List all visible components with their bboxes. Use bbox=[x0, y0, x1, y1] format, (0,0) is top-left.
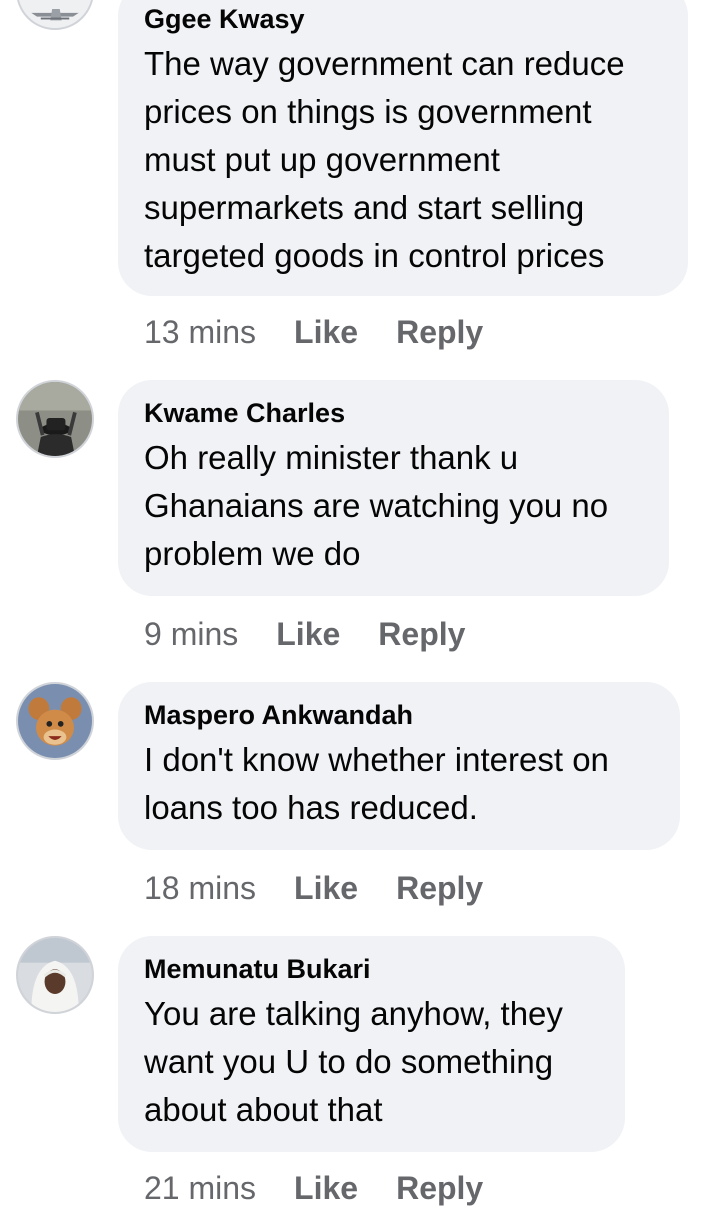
avatar[interactable] bbox=[16, 0, 94, 30]
like-button[interactable]: Like bbox=[294, 1170, 358, 1207]
comment-text: I don't know whether interest on loans t… bbox=[144, 741, 609, 826]
comment-timestamp[interactable]: 18 mins bbox=[144, 870, 256, 907]
avatar[interactable] bbox=[16, 380, 94, 458]
like-button[interactable]: Like bbox=[294, 870, 358, 907]
comment-actions: 21 mins Like Reply bbox=[144, 1168, 521, 1208]
avatar-photo-woman-hijab bbox=[18, 938, 92, 1012]
like-button[interactable]: Like bbox=[294, 314, 358, 351]
comment-bubble: Ggee Kwasy The way government can reduce… bbox=[118, 0, 688, 296]
avatar-photo-man-hat bbox=[18, 382, 92, 456]
comment-author[interactable]: Maspero Ankwandah bbox=[144, 698, 654, 732]
comment-author[interactable]: Memunatu Bukari bbox=[144, 952, 599, 986]
comment-actions: 13 mins Like Reply bbox=[144, 312, 521, 352]
comment-text: The way government can reduce prices on … bbox=[144, 45, 625, 274]
reply-button[interactable]: Reply bbox=[396, 870, 483, 907]
comment-timestamp[interactable]: 21 mins bbox=[144, 1170, 256, 1207]
avatar-photo-cartoon-mouse bbox=[18, 684, 92, 758]
reply-button[interactable]: Reply bbox=[396, 314, 483, 351]
like-button[interactable]: Like bbox=[276, 616, 340, 653]
avatar[interactable] bbox=[16, 682, 94, 760]
avatar-photo-airplane bbox=[18, 0, 92, 28]
comment-timestamp[interactable]: 9 mins bbox=[144, 616, 238, 653]
comment-bubble: Maspero Ankwandah I don't know whether i… bbox=[118, 682, 680, 850]
comment-author[interactable]: Kwame Charles bbox=[144, 396, 643, 430]
reply-button[interactable]: Reply bbox=[396, 1170, 483, 1207]
comment-bubble: Memunatu Bukari You are talking anyhow, … bbox=[118, 936, 625, 1152]
comment-bubble: Kwame Charles Oh really minister thank u… bbox=[118, 380, 669, 596]
reply-button[interactable]: Reply bbox=[378, 616, 465, 653]
comment-timestamp[interactable]: 13 mins bbox=[144, 314, 256, 351]
avatar[interactable] bbox=[16, 936, 94, 1014]
comment-author[interactable]: Ggee Kwasy bbox=[144, 2, 662, 36]
comment-text: You are talking anyhow, they want you U … bbox=[144, 995, 563, 1128]
comment-actions: 9 mins Like Reply bbox=[144, 614, 503, 654]
comment-text: Oh really minister thank u Ghanaians are… bbox=[144, 439, 609, 572]
comment-actions: 18 mins Like Reply bbox=[144, 868, 521, 908]
